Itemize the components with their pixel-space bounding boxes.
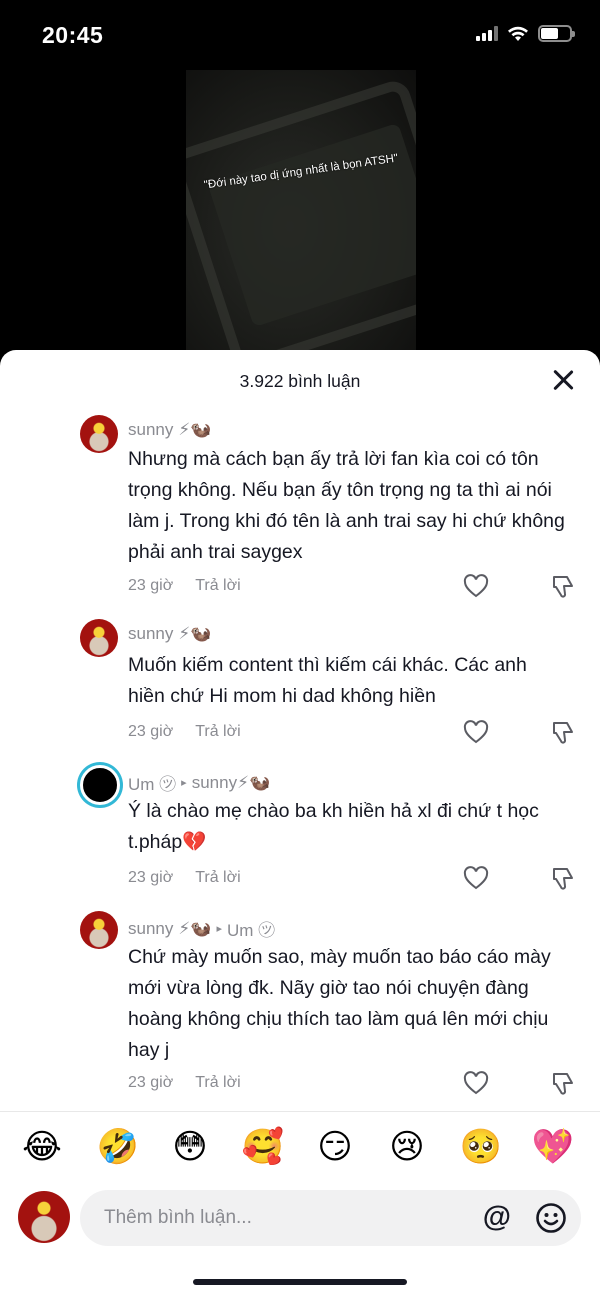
emoji-button[interactable]: 😳: [167, 1124, 213, 1170]
comment-meta: 23 giờ Trả lời: [128, 1074, 241, 1092]
my-avatar[interactable]: [18, 1191, 70, 1243]
dislike-icon[interactable]: [550, 866, 576, 890]
avatar[interactable]: [80, 911, 118, 949]
close-icon[interactable]: [552, 369, 574, 391]
battery-icon: [538, 25, 575, 42]
wifi-icon: [508, 26, 528, 41]
video-object-outline: [186, 77, 416, 355]
comment-input[interactable]: Thêm bình luận... @: [80, 1190, 581, 1246]
comment-time: 23 giờ: [128, 869, 174, 886]
comment-time: 23 giờ: [128, 577, 174, 594]
username-emoji: ⚡🦦: [178, 420, 212, 439]
at-icon[interactable]: @: [483, 1201, 511, 1234]
reply-arrow-icon: ▸: [216, 923, 223, 935]
username[interactable]: sunny: [128, 919, 173, 939]
emoji-button[interactable]: 💖: [530, 1124, 576, 1170]
comment-header: sunny ⚡🦦 ▸ Um ㋡: [128, 916, 275, 941]
username-emoji: ⚡🦦: [178, 624, 212, 643]
avatar[interactable]: [80, 765, 120, 805]
emoji-quick-bar: 😂 🤣 😳 🥰 😏 😢 🥺 💖: [0, 1124, 600, 1170]
emoji-button[interactable]: 🥺: [458, 1124, 504, 1170]
home-indicator[interactable]: [193, 1279, 407, 1285]
reply-to-username[interactable]: sunny⚡🦦: [192, 773, 270, 793]
comment-header: sunny ⚡🦦: [128, 624, 211, 644]
username[interactable]: Um ㋡: [128, 770, 176, 795]
heart-icon[interactable]: [463, 866, 489, 890]
avatar[interactable]: [80, 619, 118, 657]
emoji-button[interactable]: 😢: [384, 1124, 430, 1170]
sheet-header: 3.922 bình luận: [0, 350, 600, 410]
heart-icon[interactable]: [463, 1071, 489, 1095]
cellular-signal-icon: [476, 26, 498, 41]
comment-time: 23 giờ: [128, 1074, 174, 1091]
comment-text: Chứ mày muốn sao, mày muốn tao báo cáo m…: [128, 946, 551, 1061]
video-preview[interactable]: "Đới này tao dị ứng nhất là bọn ATSH": [186, 70, 416, 355]
comment-time: 23 giờ: [128, 723, 174, 740]
comment-meta: 23 giờ Trả lời: [128, 577, 241, 595]
username[interactable]: sunny: [128, 420, 173, 440]
reply-arrow-icon: ▸: [181, 777, 187, 789]
username[interactable]: sunny: [128, 624, 173, 644]
emoji-button[interactable]: 😏: [312, 1124, 358, 1170]
reply-to-username[interactable]: Um ㋡: [227, 916, 275, 941]
reply-button[interactable]: Trả lời: [195, 577, 240, 594]
heart-icon[interactable]: [463, 574, 489, 598]
comment-text: Nhưng mà cách bạn ấy trả lời fan kìa coi…: [128, 448, 565, 563]
comment-header: sunny ⚡🦦: [128, 420, 211, 440]
comment-composer: Thêm bình luận... @: [0, 1188, 600, 1248]
dislike-icon[interactable]: [550, 1071, 576, 1095]
comment-text: Ý là chào mẹ chào ba kh hiền hả xl đi ch…: [128, 800, 539, 853]
status-bar: 20:45: [0, 0, 600, 70]
status-icons: [476, 25, 575, 42]
comment-count: 3.922 bình luận: [239, 371, 361, 391]
reply-button[interactable]: Trả lời: [195, 723, 240, 740]
reply-button[interactable]: Trả lời: [195, 869, 240, 886]
emoji-button[interactable]: 🥰: [240, 1124, 286, 1170]
comment-meta: 23 giờ Trả lời: [128, 723, 241, 741]
dislike-icon[interactable]: [550, 720, 576, 744]
dislike-icon[interactable]: [550, 574, 576, 598]
emoji-button[interactable]: 🤣: [95, 1124, 141, 1170]
comment-text: Muốn kiếm content thì kiếm cái khác. Các…: [128, 654, 527, 707]
comment-header: Um ㋡ ▸ sunny⚡🦦: [128, 770, 270, 795]
reply-button[interactable]: Trả lời: [195, 1074, 240, 1091]
status-time: 20:45: [42, 22, 104, 48]
divider: [0, 1111, 600, 1112]
username-emoji: ⚡🦦: [178, 918, 212, 938]
heart-icon[interactable]: [463, 720, 489, 744]
comment-input-placeholder[interactable]: Thêm bình luận...: [104, 1207, 252, 1229]
avatar[interactable]: [80, 415, 118, 453]
emoji-button[interactable]: 😂: [19, 1124, 65, 1170]
comment-meta: 23 giờ Trả lời: [128, 869, 241, 887]
emoji-icon[interactable]: [535, 1202, 567, 1234]
